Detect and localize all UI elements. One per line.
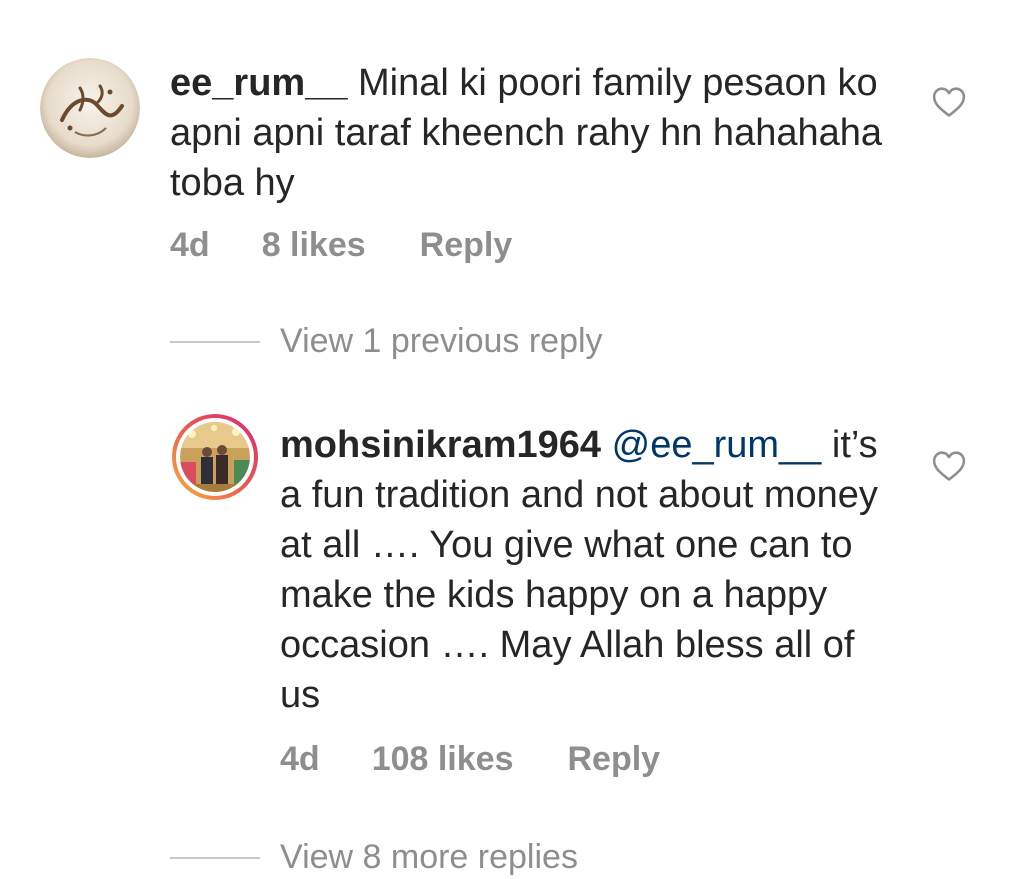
comment-body: ee_rum__ Minal ki poori family pesaon ko… (170, 58, 910, 208)
reply-username[interactable]: mohsinikram1964 (280, 424, 601, 466)
view-more-replies-label: View 8 more replies (280, 838, 578, 876)
divider (170, 856, 260, 859)
divider (170, 340, 260, 343)
view-more-replies[interactable]: View 8 more replies (170, 838, 578, 877)
reply-text: it’s a fun tradition and not about money… (280, 424, 878, 716)
reply-mention[interactable]: @ee_rum__ (612, 424, 822, 466)
heart-icon[interactable] (932, 450, 966, 482)
photo-avatar-icon (180, 422, 250, 492)
reply-likes[interactable]: 108 likes (372, 740, 514, 779)
avatar-ee-rum[interactable] (40, 58, 140, 158)
reply-meta: 4d 108 likes Reply (280, 740, 660, 779)
calligraphy-avatar-icon (40, 58, 140, 158)
reply-button[interactable]: Reply (420, 226, 513, 265)
comment-time: 4d (170, 226, 210, 264)
comment-username[interactable]: ee_rum__ (170, 62, 347, 104)
reply-button[interactable]: Reply (567, 740, 660, 779)
comment-meta: 4d 8 likes Reply (170, 226, 512, 265)
avatar-mohsinikram1964[interactable] (172, 414, 258, 500)
heart-icon[interactable] (932, 86, 966, 118)
view-previous-replies[interactable]: View 1 previous reply (170, 322, 603, 361)
view-previous-replies-label: View 1 previous reply (280, 322, 603, 360)
reply-body: mohsinikram1964 @ee_rum__ it’s a fun tra… (280, 420, 900, 720)
reply-time: 4d (280, 740, 320, 778)
comment-likes[interactable]: 8 likes (262, 226, 366, 265)
